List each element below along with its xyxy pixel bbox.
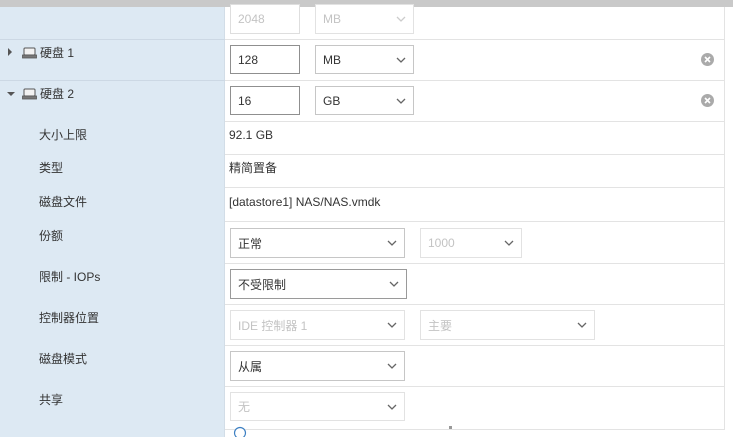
limit-iops-select[interactable]: 不受限制 <box>230 269 407 299</box>
row-divider <box>225 121 725 122</box>
chevron-down-icon <box>504 240 514 246</box>
row-divider <box>225 263 725 264</box>
disk-0-unit-select: MB <box>315 4 414 34</box>
shares-select[interactable]: 正常 <box>230 228 405 258</box>
chevron-down-icon <box>577 322 587 328</box>
chevron-down-icon <box>387 240 397 246</box>
chevron-down-icon <box>396 57 406 63</box>
row-divider <box>225 39 725 40</box>
shares-label: 份额 <box>39 229 64 243</box>
disk-file-value: [datastore1] NAS/NAS.vmdk <box>229 195 381 209</box>
disk-0-size-input: 2048 <box>230 4 300 34</box>
type-label: 类型 <box>39 161 64 175</box>
remove-disk-2-icon[interactable] <box>700 93 715 108</box>
shares-number-select: 1000 <box>420 228 522 258</box>
disk-mode-label: 磁盘模式 <box>39 352 88 366</box>
sharing-label: 共享 <box>39 393 64 407</box>
disk-mode-select[interactable]: 从属 <box>230 351 405 381</box>
right-border <box>724 7 725 430</box>
triangle-right-icon <box>8 48 12 56</box>
disk-2-header[interactable]: 硬盘 2 <box>22 87 74 101</box>
partial-mark <box>449 426 452 429</box>
expand-disk-1-toggle[interactable] <box>7 45 16 59</box>
label-column <box>0 7 225 437</box>
controller-select-value: IDE 控制器 1 <box>238 318 308 333</box>
shares-select-value: 正常 <box>238 236 263 251</box>
expand-disk-2-toggle[interactable] <box>7 87 16 101</box>
controller-position-select: 主要 <box>420 310 595 340</box>
row-divider <box>225 187 725 188</box>
row-divider <box>0 39 225 40</box>
chevron-down-icon <box>387 322 397 328</box>
row-divider <box>225 80 725 81</box>
max-size-value: 92.1 GB <box>229 128 274 142</box>
chevron-down-icon <box>396 98 406 104</box>
column-divider <box>224 7 225 437</box>
radio-button-icon[interactable] <box>233 426 247 437</box>
disk-1-label: 硬盘 1 <box>40 46 75 60</box>
row-divider <box>225 304 725 305</box>
row-divider <box>0 80 225 81</box>
disk-1-unit-select[interactable]: MB <box>315 45 414 74</box>
chevron-down-icon <box>387 363 397 369</box>
disk-mode-select-value: 从属 <box>238 359 263 374</box>
disk-2-unit-select[interactable]: GB <box>315 86 414 115</box>
disk-2-size-input[interactable] <box>230 86 300 115</box>
sharing-select: 无 <box>230 392 405 421</box>
disk-1-unit-value: MB <box>323 52 341 67</box>
controller-select: IDE 控制器 1 <box>230 310 405 340</box>
type-value: 精简置备 <box>229 161 278 175</box>
row-divider <box>225 221 725 222</box>
disk-1-header[interactable]: 硬盘 1 <box>22 46 74 60</box>
max-size-label: 大小上限 <box>39 128 88 142</box>
shares-number-value: 1000 <box>428 236 455 250</box>
limit-iops-label: 限制 - IOPs <box>39 270 101 284</box>
disk-0-unit-value: MB <box>323 12 341 26</box>
chevron-down-icon <box>387 404 397 410</box>
disk-2-unit-value: GB <box>323 93 341 108</box>
disk-2-label: 硬盘 2 <box>40 87 75 101</box>
chevron-down-icon <box>389 281 399 287</box>
disk-file-label: 磁盘文件 <box>39 195 88 209</box>
disk-1-size-input[interactable] <box>230 45 300 74</box>
triangle-down-icon <box>7 92 15 96</box>
controller-position-value: 主要 <box>428 318 453 333</box>
chevron-down-icon <box>396 16 406 22</box>
row-divider <box>225 154 725 155</box>
controller-location-label: 控制器位置 <box>39 311 100 325</box>
row-divider <box>225 345 725 346</box>
limit-iops-select-value: 不受限制 <box>238 277 287 292</box>
hard-disk-icon <box>22 47 37 59</box>
hard-disk-icon <box>22 88 37 100</box>
row-divider <box>225 386 725 387</box>
remove-disk-1-icon[interactable] <box>700 52 715 67</box>
row-divider <box>225 429 725 430</box>
sharing-select-value: 无 <box>238 400 251 414</box>
